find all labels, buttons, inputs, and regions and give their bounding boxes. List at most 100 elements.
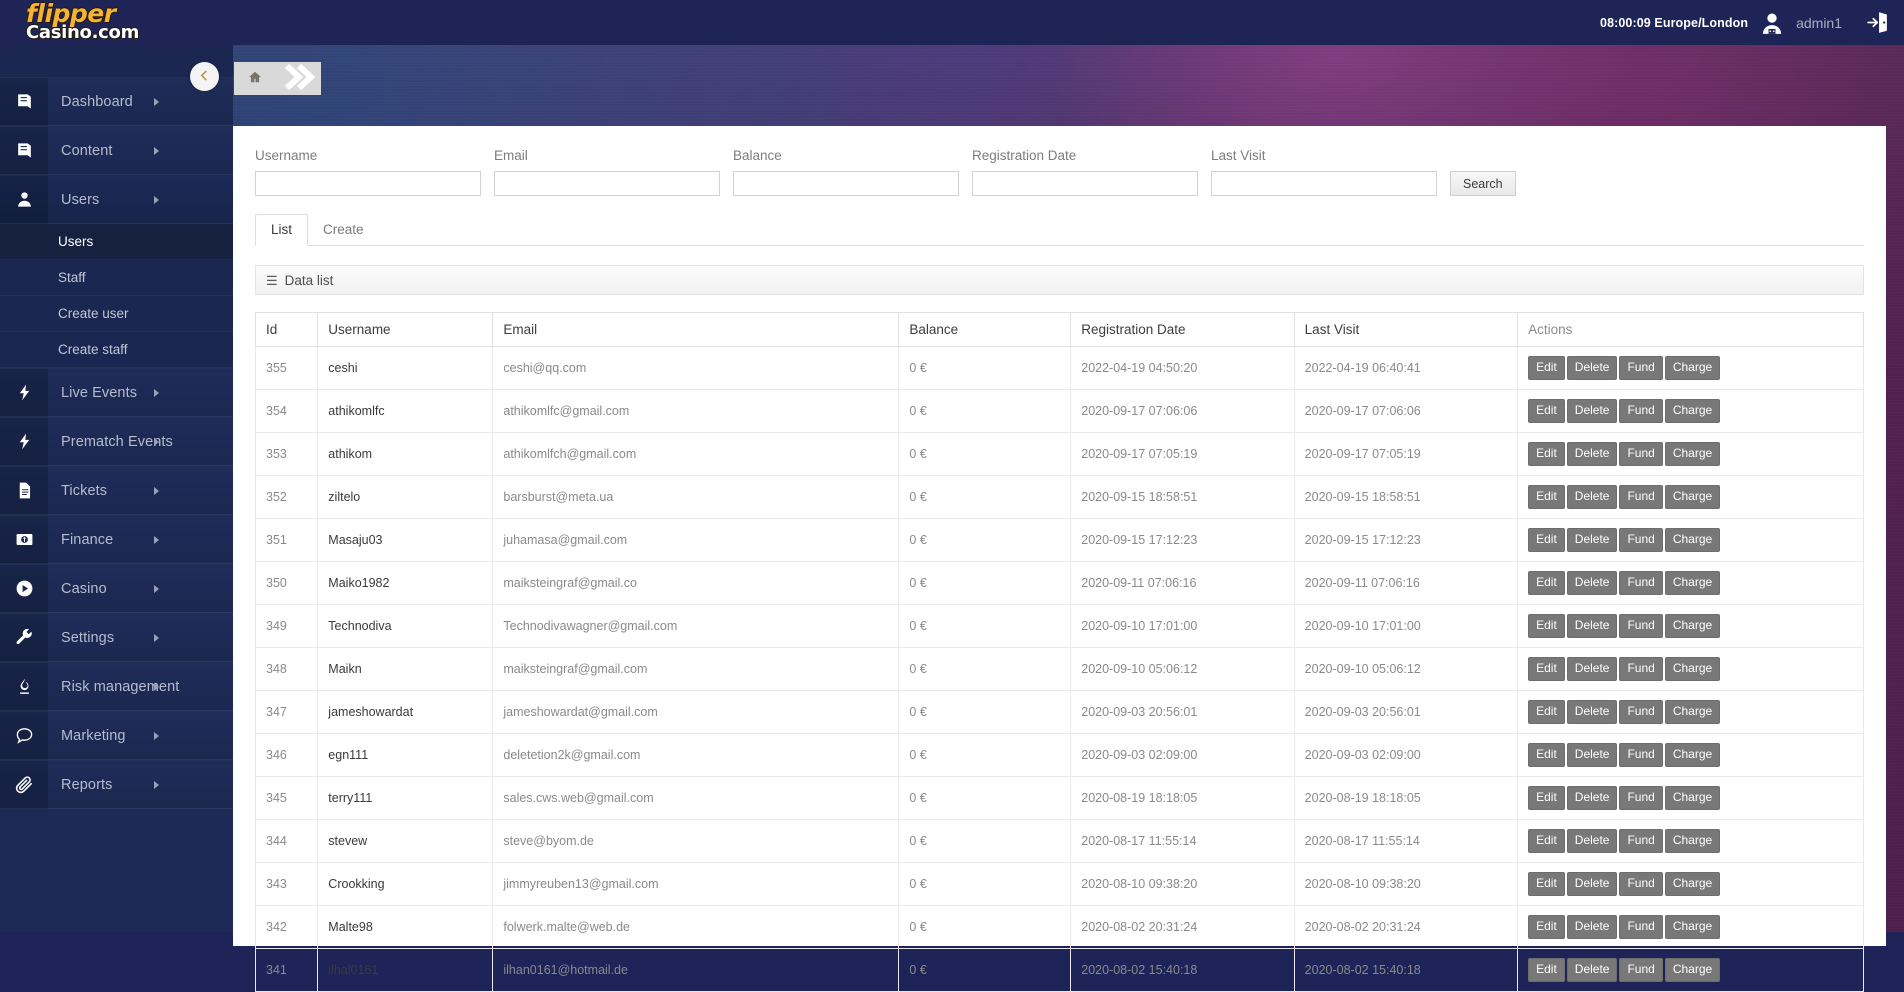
sidebar-item-marketing[interactable]: Marketing xyxy=(0,711,233,760)
charge-button[interactable]: Charge xyxy=(1664,700,1721,724)
fund-button[interactable]: Fund xyxy=(1619,786,1663,810)
sidebar-item-content[interactable]: Content xyxy=(0,126,233,175)
charge-button[interactable]: Charge xyxy=(1664,786,1721,810)
charge-button[interactable]: Charge xyxy=(1664,528,1721,552)
delete-button[interactable]: Delete xyxy=(1566,528,1618,552)
delete-button[interactable]: Delete xyxy=(1566,571,1618,595)
fund-button[interactable]: Fund xyxy=(1619,356,1663,380)
fund-button[interactable]: Fund xyxy=(1619,442,1663,466)
charge-button[interactable]: Charge xyxy=(1664,485,1721,509)
search-input-username[interactable] xyxy=(255,171,481,196)
sidebar-item-reports[interactable]: Reports xyxy=(0,760,233,809)
sidebar-item-live-events[interactable]: Live Events xyxy=(0,368,233,417)
edit-button[interactable]: Edit xyxy=(1528,356,1565,380)
delete-button[interactable]: Delete xyxy=(1566,872,1618,896)
edit-button[interactable]: Edit xyxy=(1528,657,1565,681)
fund-button[interactable]: Fund xyxy=(1619,872,1663,896)
delete-button[interactable]: Delete xyxy=(1566,915,1618,939)
fund-button[interactable]: Fund xyxy=(1619,829,1663,853)
email-cell: ceshi@qq.com xyxy=(492,346,900,390)
fund-button[interactable]: Fund xyxy=(1619,743,1663,767)
edit-button[interactable]: Edit xyxy=(1528,786,1565,810)
delete-button[interactable]: Delete xyxy=(1566,399,1618,423)
delete-button[interactable]: Delete xyxy=(1566,743,1618,767)
edit-button[interactable]: Edit xyxy=(1528,399,1565,423)
breadcrumb-home-button[interactable] xyxy=(234,62,275,95)
charge-button[interactable]: Charge xyxy=(1664,614,1721,638)
sidebar-subitem-users[interactable]: Users xyxy=(0,224,233,260)
charge-button[interactable]: Charge xyxy=(1664,657,1721,681)
delete-button[interactable]: Delete xyxy=(1566,786,1618,810)
fund-button[interactable]: Fund xyxy=(1619,915,1663,939)
fund-button[interactable]: Fund xyxy=(1619,399,1663,423)
edit-button[interactable]: Edit xyxy=(1528,485,1565,509)
delete-button[interactable]: Delete xyxy=(1566,829,1618,853)
search-input-registration-date[interactable] xyxy=(972,171,1198,196)
column-header-balance[interactable]: Balance xyxy=(898,312,1072,347)
fund-button[interactable]: Fund xyxy=(1619,614,1663,638)
edit-button[interactable]: Edit xyxy=(1528,571,1565,595)
sidebar-item-users[interactable]: Users xyxy=(0,175,233,224)
column-header-email[interactable]: Email xyxy=(492,312,900,347)
column-header-actions: Actions xyxy=(1517,312,1864,347)
edit-button[interactable]: Edit xyxy=(1528,958,1565,982)
fund-button[interactable]: Fund xyxy=(1619,657,1663,681)
fund-button[interactable]: Fund xyxy=(1619,485,1663,509)
sidebar-item-finance[interactable]: Finance xyxy=(0,515,233,564)
delete-button[interactable]: Delete xyxy=(1566,442,1618,466)
sidebar-item-casino[interactable]: Casino xyxy=(0,564,233,613)
delete-button[interactable]: Delete xyxy=(1566,700,1618,724)
column-header-registration-date[interactable]: Registration Date xyxy=(1070,312,1295,347)
column-header-last-visit[interactable]: Last Visit xyxy=(1293,312,1519,347)
delete-button[interactable]: Delete xyxy=(1566,485,1618,509)
balance-cell: 0 € xyxy=(898,346,1072,390)
charge-button[interactable]: Charge xyxy=(1664,872,1721,896)
sidebar-item-prematch-events[interactable]: Prematch Events xyxy=(0,417,233,466)
sidebar-item-settings[interactable]: Settings xyxy=(0,613,233,662)
charge-button[interactable]: Charge xyxy=(1664,442,1721,466)
edit-button[interactable]: Edit xyxy=(1528,442,1565,466)
tab-list[interactable]: List xyxy=(255,214,309,246)
edit-button[interactable]: Edit xyxy=(1528,528,1565,552)
charge-button[interactable]: Charge xyxy=(1664,356,1721,380)
charge-button[interactable]: Charge xyxy=(1664,571,1721,595)
search-input-last-visit[interactable] xyxy=(1211,171,1437,196)
fund-button[interactable]: Fund xyxy=(1619,958,1663,982)
column-header-id[interactable]: Id xyxy=(254,312,319,347)
sidebar-subitem-create-staff[interactable]: Create staff xyxy=(0,332,233,368)
username-label[interactable]: admin1 xyxy=(1796,15,1842,31)
delete-button[interactable]: Delete xyxy=(1566,614,1618,638)
charge-button[interactable]: Charge xyxy=(1664,829,1721,853)
search-button[interactable]: Search xyxy=(1450,171,1516,196)
edit-button[interactable]: Edit xyxy=(1528,743,1565,767)
edit-button[interactable]: Edit xyxy=(1528,915,1565,939)
sidebar-item-tickets[interactable]: Tickets xyxy=(0,466,233,515)
edit-button[interactable]: Edit xyxy=(1528,700,1565,724)
charge-button[interactable]: Charge xyxy=(1664,399,1721,423)
fund-button[interactable]: Fund xyxy=(1619,571,1663,595)
sidebar-subitem-create-user[interactable]: Create user xyxy=(0,296,233,332)
charge-button[interactable]: Charge xyxy=(1664,915,1721,939)
sidebar-item-risk-management[interactable]: Risk management xyxy=(0,662,233,711)
delete-button[interactable]: Delete xyxy=(1566,356,1618,380)
column-header-username[interactable]: Username xyxy=(317,312,494,347)
table-row: 355 ceshi ceshi@qq.com 0 €2022-04-19 04:50:… xyxy=(254,346,1864,390)
sidebar-collapse-button[interactable] xyxy=(190,62,219,91)
fund-button[interactable]: Fund xyxy=(1619,528,1663,552)
logout-icon[interactable] xyxy=(1865,10,1890,36)
breadcrumb[interactable] xyxy=(234,62,321,95)
tab-create[interactable]: Create xyxy=(308,215,379,245)
search-input-balance[interactable] xyxy=(733,171,959,196)
search-input-email[interactable] xyxy=(494,171,720,196)
charge-button[interactable]: Charge xyxy=(1664,958,1721,982)
edit-button[interactable]: Edit xyxy=(1528,829,1565,853)
sidebar-subitem-staff[interactable]: Staff xyxy=(0,260,233,296)
delete-button[interactable]: Delete xyxy=(1566,657,1618,681)
edit-button[interactable]: Edit xyxy=(1528,872,1565,896)
fund-button[interactable]: Fund xyxy=(1619,700,1663,724)
edit-button[interactable]: Edit xyxy=(1528,614,1565,638)
charge-button[interactable]: Charge xyxy=(1664,743,1721,767)
brand-logo[interactable]: flipper Casino.com xyxy=(26,1,194,44)
sidebar-item-label: Marketing xyxy=(61,727,126,744)
delete-button[interactable]: Delete xyxy=(1566,958,1618,982)
